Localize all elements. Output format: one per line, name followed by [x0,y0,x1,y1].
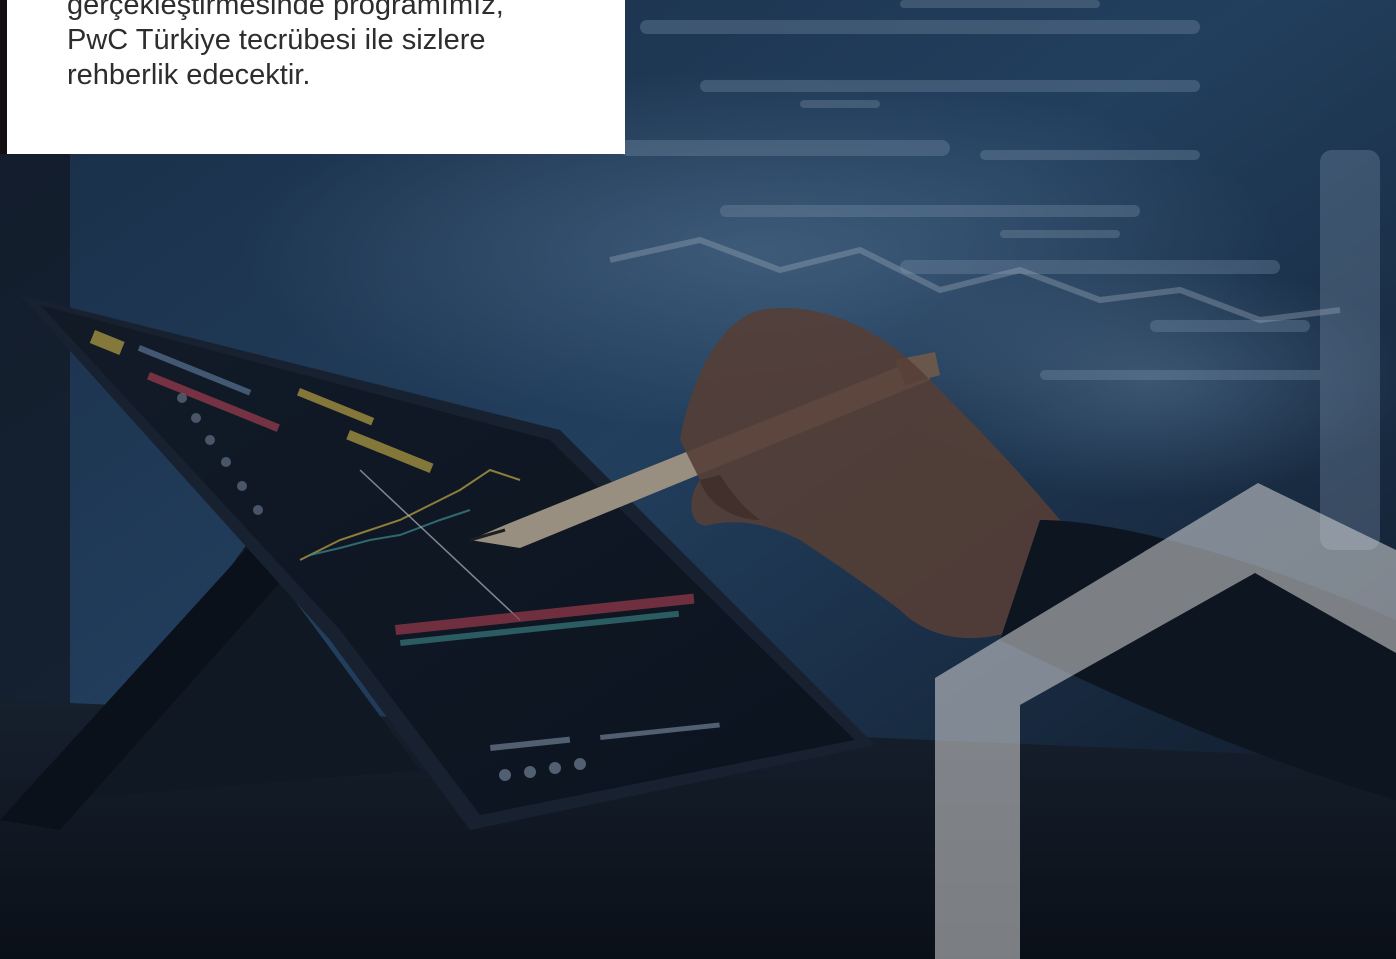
intro-paragraph: gerçekleştirmesinde programımız, PwC Tür… [67,0,504,93]
card-edge-strip [0,0,7,154]
intro-line-3: rehberlik edecektir. [67,59,311,91]
intro-text-card: gerçekleştirmesinde programımız, PwC Tür… [7,0,625,154]
intro-line-1: gerçekleştirmesinde programımız, [67,0,504,21]
intro-line-2: PwC Türkiye tecrübesi ile sizlere [67,24,486,56]
